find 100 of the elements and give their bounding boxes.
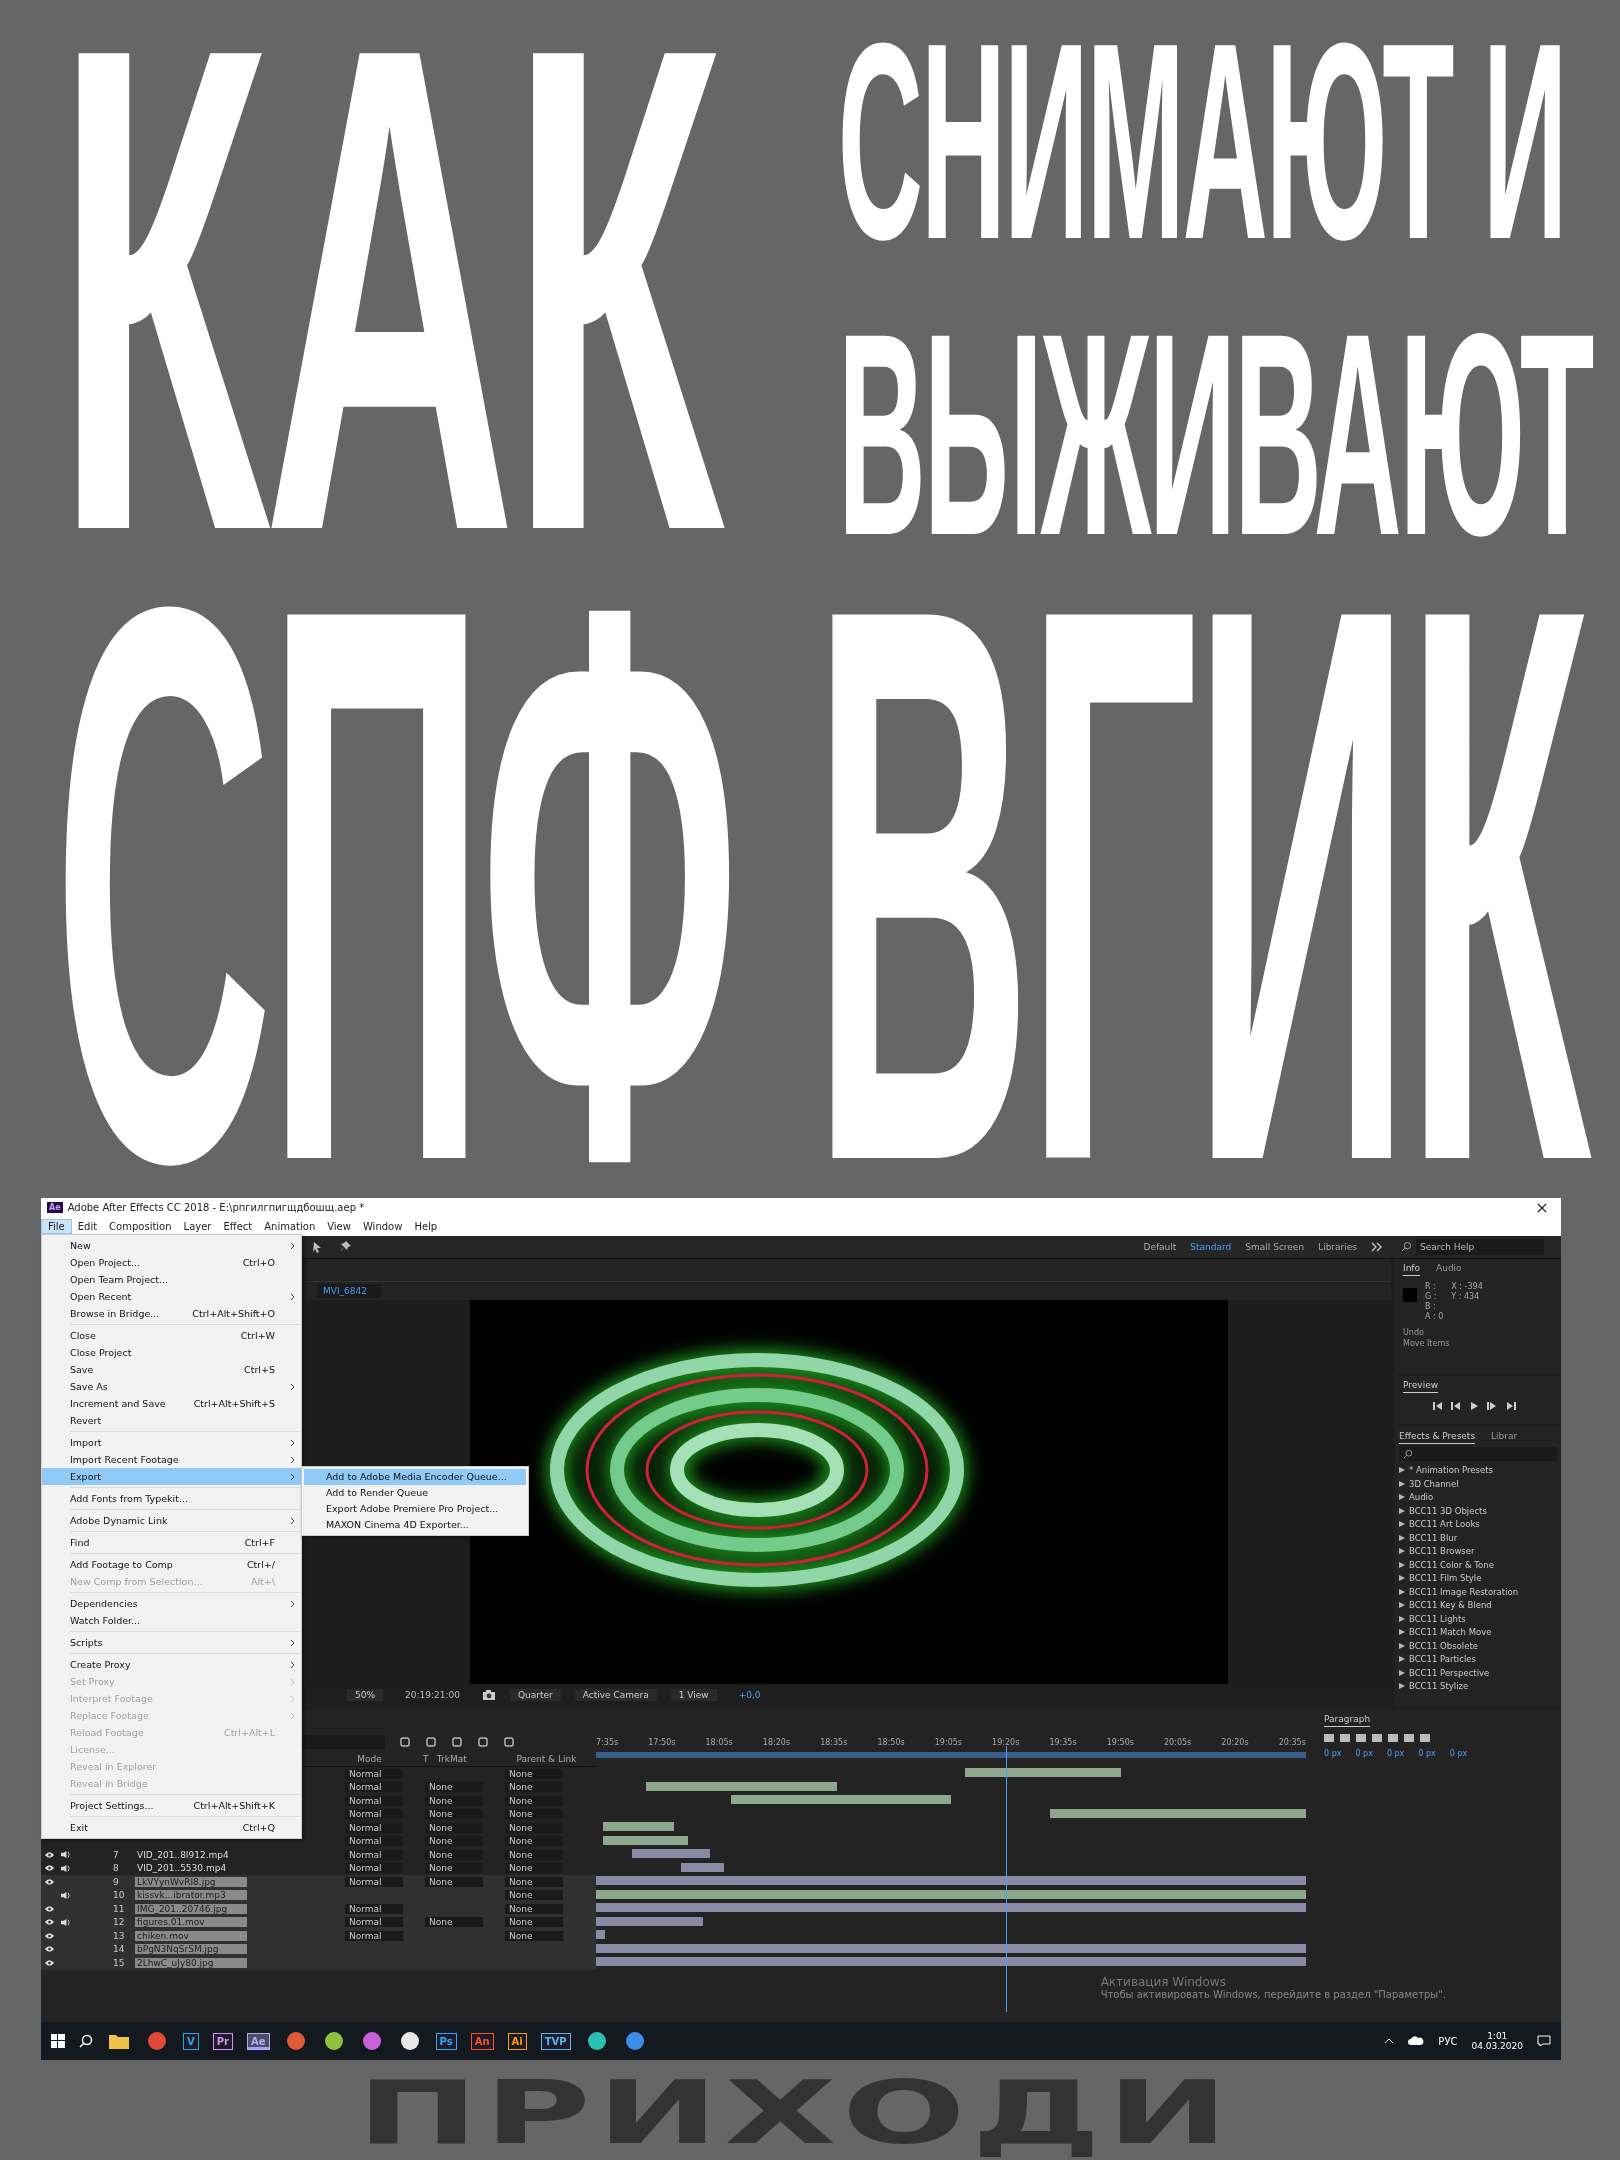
menu-bar-item[interactable]: File [41, 1219, 72, 1235]
layer-bar[interactable] [596, 1943, 1306, 1953]
eye-icon[interactable] [43, 1850, 55, 1859]
indent-value[interactable]: 0 px [1386, 1749, 1405, 1759]
layer-name[interactable]: kissvk...ibrator.mp3 [135, 1890, 247, 1901]
menu-bar-item[interactable]: View [321, 1220, 357, 1234]
blend-mode-dropdown[interactable]: Normal [345, 1795, 403, 1806]
menu-bar-item[interactable]: Help [408, 1220, 444, 1234]
menu-item[interactable]: Browse in Bridge... Ctrl+Alt+Shift+O [42, 1305, 301, 1322]
menu-bar-item[interactable]: Edit [71, 1220, 104, 1234]
speaker-icon[interactable] [59, 1917, 71, 1927]
parent-dropdown[interactable]: None [505, 1822, 563, 1833]
parent-dropdown[interactable]: None [505, 1930, 563, 1941]
taskbar-app[interactable]: Pr [212, 2032, 233, 2050]
timeline-switch-icon[interactable] [451, 1736, 463, 1749]
windows-start-icon[interactable] [51, 2034, 65, 2049]
workspace-tab[interactable]: Libraries [1318, 1241, 1357, 1252]
effects-category[interactable]: BCC11 Browser [1399, 1544, 1557, 1559]
track-matte-dropdown[interactable]: None [425, 1822, 483, 1833]
close-icon[interactable] [1537, 1202, 1547, 1213]
menu-item[interactable]: Add Footage to Comp Ctrl+/ [42, 1556, 301, 1573]
layer-name[interactable]: IMG_201..20746.jpg [135, 1903, 247, 1914]
parent-dropdown[interactable]: None [505, 1890, 563, 1901]
layer-bar[interactable] [645, 1781, 838, 1791]
effects-category[interactable]: BCC11 Particles [1399, 1652, 1557, 1667]
panel-tab[interactable]: Effects & Presets [1399, 1430, 1476, 1444]
menu-item[interactable]: Add Fonts from Typekit... [42, 1490, 301, 1507]
layer-bar[interactable] [603, 1835, 689, 1845]
chevrons-icon[interactable] [1371, 1241, 1383, 1252]
workspace-tab[interactable]: Standard [1190, 1241, 1232, 1252]
menu-item[interactable]: Open Team Project... [42, 1271, 301, 1288]
blend-mode-dropdown[interactable]: Normal [345, 1903, 403, 1914]
layer-name[interactable]: 2LhwC_uJy80.jpg [135, 1957, 247, 1968]
workspace-tab[interactable]: Small Screen [1245, 1241, 1305, 1252]
track-matte-dropdown[interactable]: None [425, 1849, 483, 1860]
menu-item[interactable]: Close Ctrl+W [42, 1327, 301, 1344]
effects-category[interactable]: BCC11 Film Style [1399, 1571, 1557, 1586]
effects-category[interactable]: BCC11 Match Move [1399, 1625, 1557, 1640]
eye-icon[interactable] [43, 1945, 55, 1954]
layer-bar[interactable] [596, 1916, 703, 1926]
menu-item[interactable]: Import [42, 1434, 301, 1451]
layer-name[interactable]: chiken.mov [135, 1930, 247, 1941]
indent-value[interactable]: 0 px [1449, 1749, 1468, 1759]
eye-icon[interactable] [43, 1864, 55, 1873]
menu-item[interactable]: Save Ctrl+S [42, 1361, 301, 1378]
composition-tab[interactable]: MVI_6842 [317, 1283, 381, 1298]
menu-item[interactable]: Scripts [42, 1634, 301, 1651]
taskbar-app[interactable]: TVP [540, 2032, 571, 2050]
zoom-dropdown[interactable]: 50% [347, 1689, 383, 1702]
parent-dropdown[interactable]: None [505, 1809, 563, 1820]
speaker-icon[interactable] [59, 1850, 71, 1860]
layer-bar[interactable] [730, 1795, 951, 1805]
menu-item[interactable]: New [42, 1237, 301, 1254]
cloud-icon[interactable] [1408, 2036, 1425, 2047]
track-matte-dropdown[interactable]: None [425, 1795, 483, 1806]
layer-bar[interactable] [596, 1930, 605, 1940]
menu-item[interactable]: Save As [42, 1378, 301, 1395]
search-field[interactable]: Search Help [1416, 1238, 1544, 1255]
speaker-icon[interactable] [59, 1890, 71, 1900]
exposure-value[interactable]: +0,0 [730, 1689, 769, 1702]
parent-dropdown[interactable]: None [505, 1836, 563, 1847]
workspace-tab[interactable]: Default [1143, 1241, 1177, 1252]
track-matte-dropdown[interactable]: None [425, 1863, 483, 1874]
effects-category[interactable]: BCC11 Perspective [1399, 1666, 1557, 1680]
layer-bar[interactable] [596, 1903, 1306, 1913]
eye-icon[interactable] [43, 1904, 55, 1913]
layer-bar[interactable] [631, 1849, 710, 1859]
view-layout-dropdown[interactable]: 1 View [670, 1689, 717, 1702]
eye-icon[interactable] [43, 1958, 55, 1967]
track-matte-dropdown[interactable]: None [425, 1836, 483, 1847]
blend-mode-dropdown[interactable]: Normal [345, 1782, 403, 1793]
menu-item[interactable]: Open Recent [42, 1288, 301, 1305]
menu-item[interactable]: Dependencies [42, 1595, 301, 1612]
resolution-dropdown[interactable]: Quarter [509, 1689, 561, 1702]
submenu-item[interactable]: Export Adobe Premiere Pro Project... [304, 1501, 526, 1517]
eye-icon[interactable] [43, 1877, 55, 1886]
effects-category[interactable]: BCC11 Blur [1399, 1531, 1557, 1545]
speaker-icon[interactable] [59, 1863, 71, 1873]
layer-name[interactable]: LkVYynWvRI8.jpg [135, 1876, 247, 1887]
track-matte-dropdown[interactable]: None [425, 1782, 483, 1793]
submenu-item[interactable]: MAXON Cinema 4D Exporter... [304, 1517, 526, 1533]
layer-bar[interactable] [965, 1768, 1122, 1778]
menu-item[interactable]: Find Ctrl+F [42, 1534, 301, 1551]
camera-dropdown[interactable]: Active Camera [574, 1689, 657, 1702]
layer-bar[interactable] [596, 1876, 1306, 1886]
taskbar-app[interactable]: V [183, 2032, 199, 2050]
menu-bar-item[interactable]: Animation [258, 1220, 322, 1234]
clock-date[interactable]: 04.03.2020 [1471, 2041, 1523, 2052]
effects-category[interactable]: BCC11 Stylize [1399, 1679, 1557, 1694]
layer-name[interactable]: VID_201..8I912.mp4 [135, 1849, 247, 1860]
taskbar-app[interactable]: Ae [247, 2032, 270, 2050]
parent-dropdown[interactable]: None [505, 1917, 563, 1928]
menu-item[interactable]: Project Settings... Ctrl+Alt+Shift+K [42, 1797, 301, 1814]
effects-search-field[interactable] [1399, 1446, 1557, 1461]
blend-mode-dropdown[interactable]: Normal [345, 1809, 403, 1820]
layer-name[interactable]: figures.01.mov [135, 1917, 247, 1928]
blend-mode-dropdown[interactable]: Normal [345, 1768, 403, 1779]
menu-bar-item[interactable]: Window [356, 1220, 409, 1234]
blend-mode-dropdown[interactable]: Normal [345, 1930, 403, 1941]
menu-item[interactable]: Open Project... Ctrl+O [42, 1254, 301, 1271]
